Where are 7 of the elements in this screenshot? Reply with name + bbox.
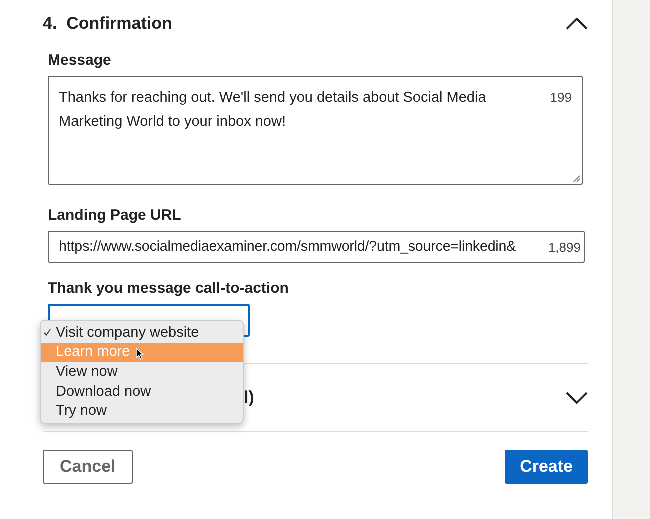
character-counter: 199 xyxy=(550,89,572,107)
field-label: Thank you message call-to-action xyxy=(48,280,290,297)
character-counter: 1,899 xyxy=(548,240,581,254)
field-label: Message xyxy=(48,52,112,69)
field-label: Landing Page URL xyxy=(48,207,182,224)
section-title: l) xyxy=(244,388,254,408)
section-title: 4. Confirmation xyxy=(43,14,172,34)
